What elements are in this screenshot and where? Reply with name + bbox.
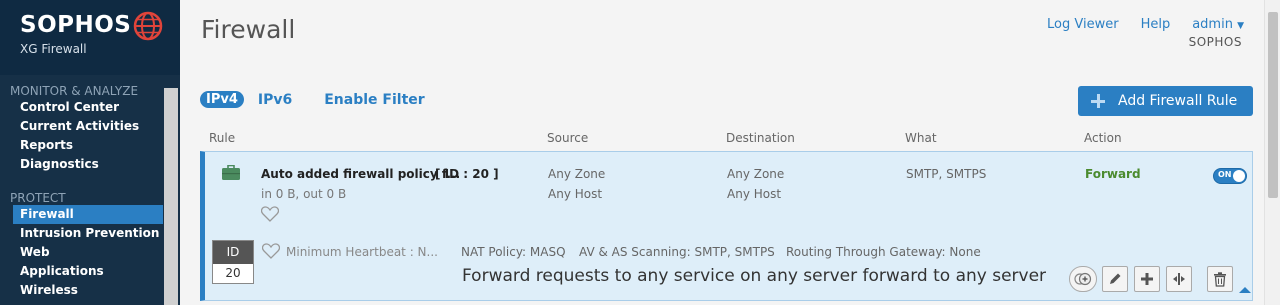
sidebar: SOPHOS XG Firewall MONITOR & ANALYZE Con… <box>0 0 180 305</box>
sophos-globe-icon <box>133 11 163 41</box>
add-to-group-button[interactable] <box>1069 266 1097 292</box>
id-box-value: 20 <box>225 266 241 280</box>
help-link[interactable]: Help <box>1141 17 1171 32</box>
user-name: admin <box>1192 17 1233 32</box>
org-name: SOPHOS <box>1188 35 1242 49</box>
tab-ipv4[interactable]: IPv4 <box>200 91 244 108</box>
sidebar-item-applications[interactable]: Applications <box>0 262 164 281</box>
product-name: XG Firewall <box>20 42 87 56</box>
sidebar-item-current-activities[interactable]: Current Activities <box>0 117 164 136</box>
heartbeat-heart-icon <box>262 243 280 259</box>
top-links: Log Viewer Help admin ▼ <box>1047 17 1244 32</box>
enable-filter-link[interactable]: Enable Filter <box>324 92 424 108</box>
edit-rule-button[interactable] <box>1102 266 1128 292</box>
pencil-icon <box>1110 273 1121 284</box>
source-zone: Any Zone <box>548 167 606 181</box>
routing-gateway: Routing Through Gateway: None <box>786 245 981 259</box>
toggle-label: ON <box>1218 170 1232 179</box>
plus-icon <box>1091 94 1105 108</box>
main-scrollbar-thumb[interactable] <box>1268 12 1278 198</box>
rule-id-text: [ ID : 20 ] <box>435 167 499 181</box>
page-title: Firewall <box>201 15 296 44</box>
trash-icon <box>1214 271 1226 287</box>
add-firewall-rule-label: Add Firewall Rule <box>1118 93 1238 109</box>
col-rule: Rule <box>209 131 236 145</box>
sidebar-item-wireless[interactable]: Wireless <box>0 281 164 300</box>
sidebar-item-intrusion-prevention[interactable]: Intrusion Prevention <box>0 224 164 243</box>
caret-down-icon: ▼ <box>1237 21 1244 31</box>
insert-rule-button[interactable] <box>1134 266 1160 292</box>
what-services: SMTP, SMTPS <box>906 167 987 181</box>
rule-toggle-switch[interactable]: ON <box>1213 168 1247 184</box>
ip-tabs: IPv4 IPv6 Enable Filter <box>200 91 425 108</box>
heart-icon[interactable] <box>261 206 279 222</box>
toggle-knob <box>1233 170 1245 182</box>
heartbeat-text: Minimum Heartbeat : N... <box>286 245 438 259</box>
destination-host: Any Host <box>727 187 782 201</box>
sidebar-item-firewall[interactable]: Firewall <box>13 205 163 224</box>
action-value: Forward <box>1085 167 1141 181</box>
rule-description: Forward requests to any service on any s… <box>462 266 1047 286</box>
col-destination: Destination <box>726 131 795 145</box>
section-protect: PROTECT <box>10 191 66 205</box>
sidebar-item-web[interactable]: Web <box>0 243 164 262</box>
sidebar-item-diagnostics[interactable]: Diagnostics <box>0 155 164 174</box>
plus-icon <box>1141 273 1153 285</box>
move-arrows-icon <box>1173 273 1185 285</box>
delete-rule-button[interactable] <box>1207 266 1233 292</box>
collapse-caret-icon[interactable] <box>1239 287 1251 293</box>
section-monitor-analyze: MONITOR & ANALYZE <box>10 84 139 98</box>
user-menu[interactable]: admin ▼ <box>1192 17 1244 32</box>
rule-name[interactable]: Auto added firewall policy f... <box>261 167 460 181</box>
main-scrollbar[interactable] <box>1264 0 1280 305</box>
rule-id-box: ID 20 <box>212 240 254 284</box>
col-what: What <box>905 131 937 145</box>
move-rule-button[interactable] <box>1166 266 1192 292</box>
sidebar-scrollbar[interactable] <box>164 88 178 305</box>
briefcase-icon <box>222 165 240 180</box>
add-firewall-rule-button[interactable]: Add Firewall Rule <box>1078 86 1253 116</box>
id-box-label: ID <box>213 241 253 264</box>
nat-policy: NAT Policy: MASQ <box>461 245 566 259</box>
group-plus-icon <box>1074 272 1092 286</box>
source-host: Any Host <box>548 187 603 201</box>
tab-ipv6[interactable]: IPv6 <box>258 92 292 108</box>
main-content: Firewall Log Viewer Help admin ▼ SOPHOS … <box>180 0 1264 305</box>
log-viewer-link[interactable]: Log Viewer <box>1047 17 1119 32</box>
sidebar-item-control-center[interactable]: Control Center <box>0 98 164 117</box>
col-action: Action <box>1084 131 1122 145</box>
col-source: Source <box>547 131 589 145</box>
rule-traffic-stats: in 0 B, out 0 B <box>261 187 347 201</box>
av-as-scanning: AV & AS Scanning: SMTP, SMTPS <box>579 245 775 259</box>
firewall-rule-row[interactable]: Auto added firewall policy f... [ ID : 2… <box>200 151 1253 301</box>
sidebar-item-reports[interactable]: Reports <box>0 136 164 155</box>
brand-header: SOPHOS XG Firewall <box>0 0 180 75</box>
destination-zone: Any Zone <box>727 167 785 181</box>
